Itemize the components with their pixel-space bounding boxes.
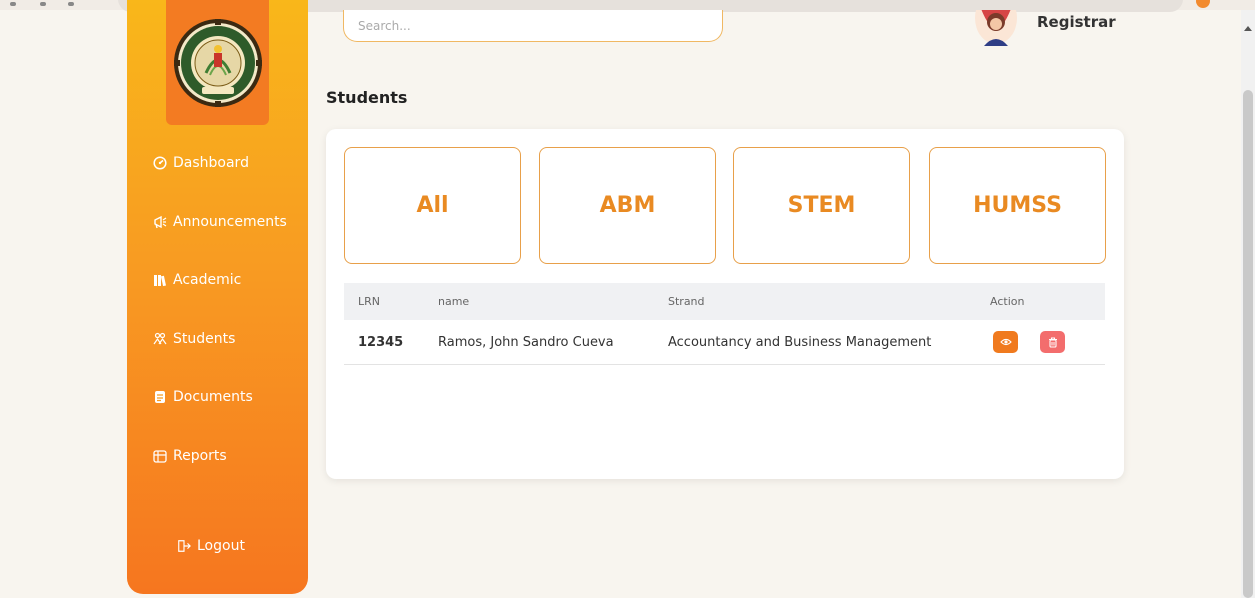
sidebar-item-academic[interactable]: Academic	[153, 267, 241, 293]
scrollbar-thumb[interactable]	[1243, 90, 1253, 598]
delete-button[interactable]	[1040, 331, 1065, 353]
logout-icon	[177, 539, 191, 553]
sidebar-item-students[interactable]: Students	[153, 326, 235, 352]
avatar[interactable]	[974, 0, 1018, 46]
sidebar-item-dashboard[interactable]: Dashboard	[153, 150, 249, 176]
column-header-name[interactable]: name	[438, 295, 469, 308]
filter-abm-button[interactable]: ABM	[539, 147, 716, 264]
filter-label: HUMSS	[973, 193, 1062, 218]
browser-control[interactable]	[40, 2, 46, 6]
table-row[interactable]: 12345 Ramos, John Sandro Cueva Accountan…	[344, 320, 1105, 365]
filter-humss-button[interactable]: HUMSS	[929, 147, 1106, 264]
filter-label: STEM	[787, 193, 856, 218]
filter-stem-button[interactable]: STEM	[733, 147, 910, 264]
browser-control[interactable]	[10, 2, 16, 6]
column-header-lrn[interactable]: LRN	[358, 295, 380, 308]
sidebar-item-label: Announcements	[173, 214, 287, 230]
filter-label: ABM	[599, 193, 656, 218]
sidebar: Dashboard Announcements Academic Student…	[127, 0, 308, 594]
students-table: LRN name Strand Action 12345 Ramos, John…	[344, 283, 1105, 365]
logout-button[interactable]: Logout	[177, 533, 245, 559]
filter-all-button[interactable]: All	[344, 147, 521, 264]
sidebar-item-documents[interactable]: Documents	[153, 384, 253, 410]
school-logo-container	[166, 0, 269, 125]
eye-icon	[999, 338, 1012, 346]
trash-icon	[1048, 336, 1057, 348]
column-header-strand[interactable]: Strand	[668, 295, 705, 308]
logout-label: Logout	[197, 538, 245, 554]
sidebar-item-label: Academic	[173, 272, 242, 288]
filter-label: All	[416, 193, 449, 218]
scroll-up-arrow-icon[interactable]	[1244, 26, 1252, 31]
sidebar-item-label: Dashboard	[173, 155, 249, 171]
megaphone-icon	[153, 215, 167, 229]
page-title: Students	[326, 88, 408, 107]
profile-icon[interactable]	[1196, 0, 1210, 8]
table-header: LRN name Strand Action	[344, 283, 1105, 320]
sidebar-item-label: Documents	[173, 389, 253, 405]
sidebar-item-label: Reports	[173, 448, 227, 464]
sidebar-item-label: Students	[173, 331, 236, 347]
students-card: All ABM STEM HUMSS LRN name Strand Actio…	[326, 129, 1124, 479]
column-header-action: Action	[990, 295, 1025, 308]
people-icon	[153, 332, 167, 346]
page-scrollbar[interactable]	[1241, 10, 1255, 598]
cell-strand: Accountancy and Business Management	[668, 334, 932, 350]
cell-name: Ramos, John Sandro Cueva	[438, 334, 614, 350]
reports-icon	[153, 449, 167, 463]
dashboard-icon	[153, 156, 167, 170]
view-button[interactable]	[993, 331, 1018, 353]
sidebar-item-announcements[interactable]: Announcements	[153, 209, 287, 235]
document-icon	[153, 390, 167, 404]
search-input[interactable]	[343, 10, 723, 42]
books-icon	[153, 273, 167, 287]
school-seal-logo	[173, 18, 262, 107]
user-role: Registrar	[1037, 13, 1116, 31]
sidebar-item-reports[interactable]: Reports	[153, 443, 227, 469]
browser-control[interactable]	[68, 2, 74, 6]
cell-lrn: 12345	[358, 334, 404, 350]
